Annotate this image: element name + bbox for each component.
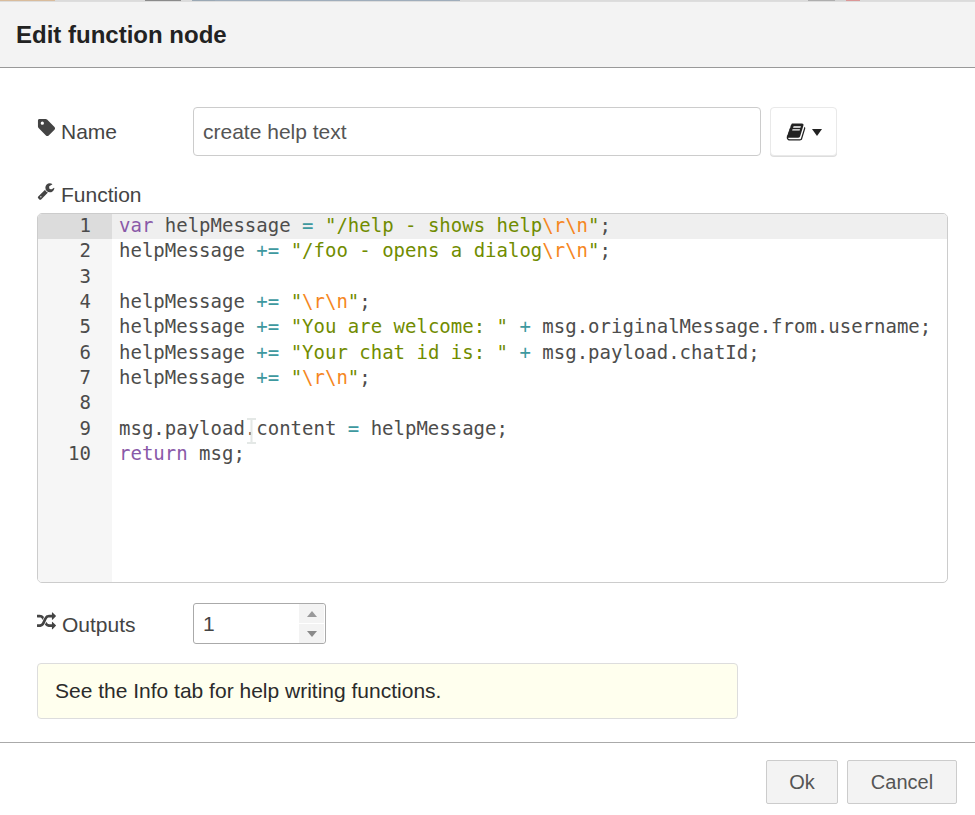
- code-line[interactable]: helpMessage += "Your chat id is: " + msg…: [119, 340, 947, 365]
- editor-line-numbers: 12345678910: [38, 213, 112, 466]
- outputs-value[interactable]: 1: [203, 604, 215, 643]
- book-icon: [786, 122, 806, 142]
- line-number: 4: [38, 289, 112, 314]
- line-number: 2: [38, 238, 112, 263]
- code-line[interactable]: return msg;: [119, 441, 947, 466]
- editor-code-lines[interactable]: var helpMessage = "/help - shows help\r\…: [119, 213, 947, 466]
- tip-text: See the Info tab for help writing functi…: [38, 679, 441, 703]
- line-number: 5: [38, 314, 112, 339]
- dialog-title: Edit function node: [16, 2, 227, 67]
- line-number: 7: [38, 365, 112, 390]
- outputs-label: Outputs: [62, 614, 136, 635]
- line-number: 9: [38, 416, 112, 441]
- outputs-stepper[interactable]: 1: [193, 603, 326, 644]
- spin-down-icon: [307, 631, 317, 637]
- line-number: 1: [38, 213, 112, 238]
- spin-down-button[interactable]: [299, 624, 324, 643]
- footer-divider: [0, 742, 975, 743]
- wrench-icon: [37, 182, 55, 200]
- spin-up-icon: [307, 611, 317, 617]
- ok-button[interactable]: Ok: [766, 760, 838, 804]
- code-line[interactable]: helpMessage += "You are welcome: " + msg…: [119, 314, 947, 339]
- code-editor[interactable]: 12345678910 var helpMessage = "/help - s…: [37, 213, 948, 583]
- name-input[interactable]: [193, 107, 761, 156]
- code-line[interactable]: var helpMessage = "/help - shows help\r\…: [119, 213, 947, 238]
- code-line[interactable]: msg.payload.content = helpMessage;: [119, 416, 947, 441]
- line-number: 3: [38, 264, 112, 289]
- caret-down-icon: [812, 129, 822, 136]
- line-number: 8: [38, 390, 112, 415]
- code-line[interactable]: [119, 390, 947, 415]
- code-line[interactable]: helpMessage += "\r\n";: [119, 365, 947, 390]
- function-label: Function: [61, 184, 142, 205]
- name-label: Name: [61, 121, 117, 142]
- outputs-spinner: [299, 604, 325, 643]
- tag-icon: [37, 118, 56, 137]
- spin-up-button[interactable]: [299, 604, 324, 623]
- text-cursor-ibeam: [245, 418, 258, 444]
- line-number: 6: [38, 340, 112, 365]
- code-line[interactable]: [119, 264, 947, 289]
- line-number: 10: [38, 441, 112, 466]
- dialog-header: Edit function node: [0, 2, 975, 68]
- shuffle-icon: [36, 612, 57, 631]
- code-line[interactable]: helpMessage += "/foo - opens a dialog\r\…: [119, 238, 947, 263]
- tip-box: See the Info tab for help writing functi…: [37, 663, 738, 719]
- code-line[interactable]: helpMessage += "\r\n";: [119, 289, 947, 314]
- library-button[interactable]: [770, 107, 837, 156]
- cancel-button[interactable]: Cancel: [847, 760, 957, 804]
